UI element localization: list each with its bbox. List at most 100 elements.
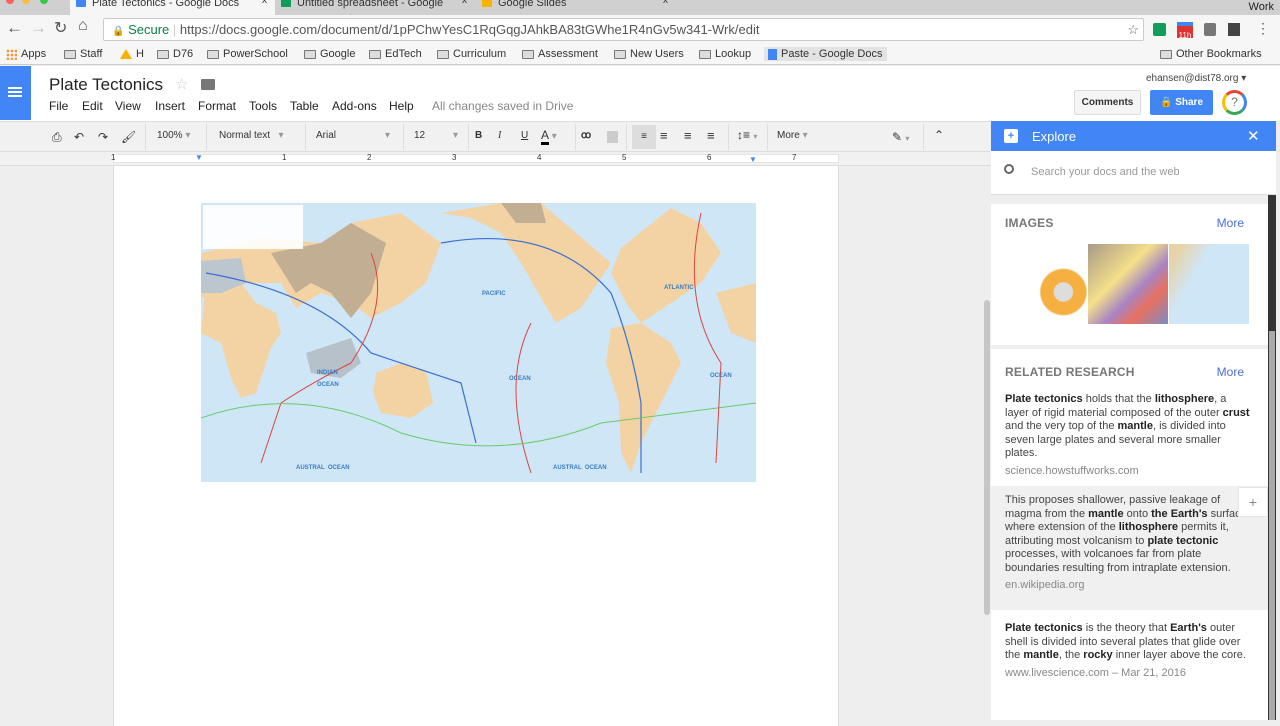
- docs-favicon-icon: [76, 0, 86, 7]
- research-result[interactable]: This proposes shallower, passive leakage…: [1005, 494, 1253, 593]
- bookmark-other[interactable]: Other Bookmarks: [1160, 47, 1262, 61]
- menu-insert[interactable]: Insert: [155, 99, 185, 113]
- share-button[interactable]: 🔒 Share: [1150, 90, 1213, 115]
- folder-icon: [437, 49, 449, 59]
- calendar-extension-icon[interactable]: 11h: [1177, 22, 1193, 40]
- left-indent-handle[interactable]: ▼: [195, 153, 203, 162]
- docs-home-icon[interactable]: [0, 66, 31, 120]
- user-profile[interactable]: Work: [1249, 1, 1274, 13]
- text-color-button[interactable]: A ▾: [541, 128, 557, 145]
- editing-mode-icon[interactable]: ✎ ▾: [892, 130, 909, 144]
- bookmark-paste-google-docs[interactable]: Paste - Google Docs: [764, 47, 887, 61]
- explore-scrollbar-thumb[interactable]: [1269, 331, 1275, 720]
- bookmark-google[interactable]: Google: [304, 47, 355, 61]
- bookmark-curriculum[interactable]: Curriculum: [437, 47, 506, 61]
- document-title[interactable]: Plate Tectonics: [49, 75, 163, 95]
- map-label: OCEAN: [317, 382, 339, 388]
- extension-icon[interactable]: [1153, 23, 1166, 36]
- font-size-select[interactable]: 12 ▾: [414, 130, 458, 141]
- folder-icon: [1160, 49, 1172, 59]
- right-indent-handle[interactable]: ▼: [749, 155, 757, 164]
- bookmark-new-users[interactable]: New Users: [614, 47, 684, 61]
- menu-edit[interactable]: Edit: [82, 99, 103, 113]
- undo-icon[interactable]: ↶: [74, 130, 84, 144]
- menu-tools[interactable]: Tools: [249, 99, 277, 113]
- bookmark-h[interactable]: H: [120, 47, 144, 61]
- align-center-button[interactable]: ≡: [660, 128, 668, 143]
- browser-tab-slides[interactable]: Google Slides x: [476, 0, 676, 15]
- map-label: INDIAN: [317, 370, 338, 376]
- bookmark-assessment[interactable]: Assessment: [522, 47, 598, 61]
- menu-format[interactable]: Format: [198, 99, 236, 113]
- plate-tectonics-map-image[interactable]: PACIFIC ATLANTIC INDIAN OCEAN OCEAN OCEA…: [201, 203, 756, 482]
- browser-tab-sheets[interactable]: Untitled spreadsheet - Google x: [275, 0, 475, 15]
- underline-button[interactable]: U: [521, 130, 528, 141]
- align-right-button[interactable]: ≡: [684, 128, 692, 143]
- close-tab-icon[interactable]: x: [663, 0, 668, 6]
- home-icon[interactable]: ⌂: [78, 17, 88, 35]
- reload-icon[interactable]: ↻: [54, 18, 67, 38]
- menu-table[interactable]: Table: [290, 99, 319, 113]
- chrome-menu-icon[interactable]: ⋮: [1256, 20, 1270, 37]
- research-result[interactable]: Plate tectonics is the theory that Earth…: [1005, 622, 1253, 680]
- justify-button[interactable]: ≡: [707, 128, 715, 143]
- image-result-plates-map[interactable]: [1088, 244, 1168, 324]
- italic-button[interactable]: I: [498, 130, 501, 141]
- document-scrollbar-thumb[interactable]: [984, 300, 990, 615]
- comments-button[interactable]: Comments: [1074, 90, 1141, 115]
- image-result-earth-layers[interactable]: [1006, 244, 1088, 324]
- collapse-menus-icon[interactable]: ⌃: [934, 128, 944, 142]
- bookmark-star-icon[interactable]: ☆: [1127, 19, 1139, 40]
- redo-icon[interactable]: ↷: [98, 130, 108, 144]
- menu-file[interactable]: File: [49, 99, 68, 113]
- extension-icon[interactable]: [1204, 23, 1216, 36]
- menu-view[interactable]: View: [115, 99, 141, 113]
- bookmark-edtech[interactable]: EdTech: [369, 47, 422, 61]
- explore-search-input[interactable]: Search your docs and the web: [991, 151, 1276, 195]
- research-more-link[interactable]: More: [1217, 365, 1244, 379]
- folder-icon: [614, 49, 626, 59]
- link-icon[interactable]: ꝏ: [581, 130, 591, 141]
- back-icon[interactable]: ←: [6, 18, 23, 38]
- style-select[interactable]: Normal text ▾: [219, 130, 284, 141]
- image-result-ocean-map[interactable]: [1169, 244, 1249, 324]
- font-select[interactable]: Arial ▾: [316, 130, 390, 141]
- browser-tab-docs[interactable]: Plate Tectonics - Google Docs x: [70, 0, 275, 15]
- research-snippet: Plate tectonics holds that the lithosphe…: [1005, 393, 1250, 459]
- research-snippet: This proposes shallower, passive leakage…: [1005, 494, 1247, 574]
- menu-help[interactable]: Help: [389, 99, 414, 113]
- map-label: OCEAN: [710, 373, 732, 379]
- bookmark-apps[interactable]: Apps: [6, 47, 46, 61]
- slides-favicon-icon: [482, 0, 492, 7]
- line-spacing-icon[interactable]: ↕≡ ▾: [737, 128, 757, 142]
- zoom-select[interactable]: 100% ▾: [157, 130, 190, 141]
- print-icon[interactable]: ⎙: [52, 130, 62, 145]
- url-bar[interactable]: 🔒 Secure | https://docs.google.com/docum…: [103, 18, 1144, 41]
- bookmark-lookup[interactable]: Lookup: [699, 47, 751, 61]
- paint-format-icon[interactable]: 🖌: [121, 130, 136, 144]
- menu-addons[interactable]: Add-ons: [332, 99, 377, 113]
- images-more-link[interactable]: More: [1217, 216, 1244, 230]
- bookmark-d76[interactable]: D76: [157, 47, 193, 61]
- research-result[interactable]: Plate tectonics holds that the lithosphe…: [1005, 393, 1253, 478]
- forward-icon[interactable]: →: [30, 18, 47, 38]
- folder-icon[interactable]: [201, 79, 215, 90]
- formatting-toolbar: ⎙ ↶ ↷ 🖌 100% ▾ Normal text ▾ Arial ▾ 12 ▾ …: [0, 121, 990, 152]
- add-citation-button[interactable]: +: [1238, 487, 1268, 517]
- extension-icon[interactable]: [1228, 23, 1240, 36]
- research-snippet: Plate tectonics is the theory that Earth…: [1005, 622, 1246, 661]
- star-icon[interactable]: ☆: [175, 75, 188, 93]
- close-tab-icon[interactable]: x: [462, 0, 467, 6]
- bookmark-powerschool[interactable]: PowerSchool: [207, 47, 288, 61]
- help-button[interactable]: ?: [1222, 90, 1247, 115]
- docs-icon: [768, 48, 777, 60]
- account-switcher[interactable]: ehansen@dist78.org ▾: [1146, 73, 1246, 84]
- comment-icon[interactable]: [607, 131, 618, 143]
- close-explore-icon[interactable]: ✕: [1247, 127, 1260, 145]
- bookmark-staff[interactable]: Staff: [64, 47, 102, 61]
- bold-button[interactable]: B: [475, 130, 482, 141]
- more-button[interactable]: More ▾: [777, 130, 808, 141]
- align-left-button[interactable]: ≡: [632, 125, 656, 149]
- map-label: OCEAN: [509, 376, 531, 382]
- close-tab-icon[interactable]: x: [262, 0, 267, 6]
